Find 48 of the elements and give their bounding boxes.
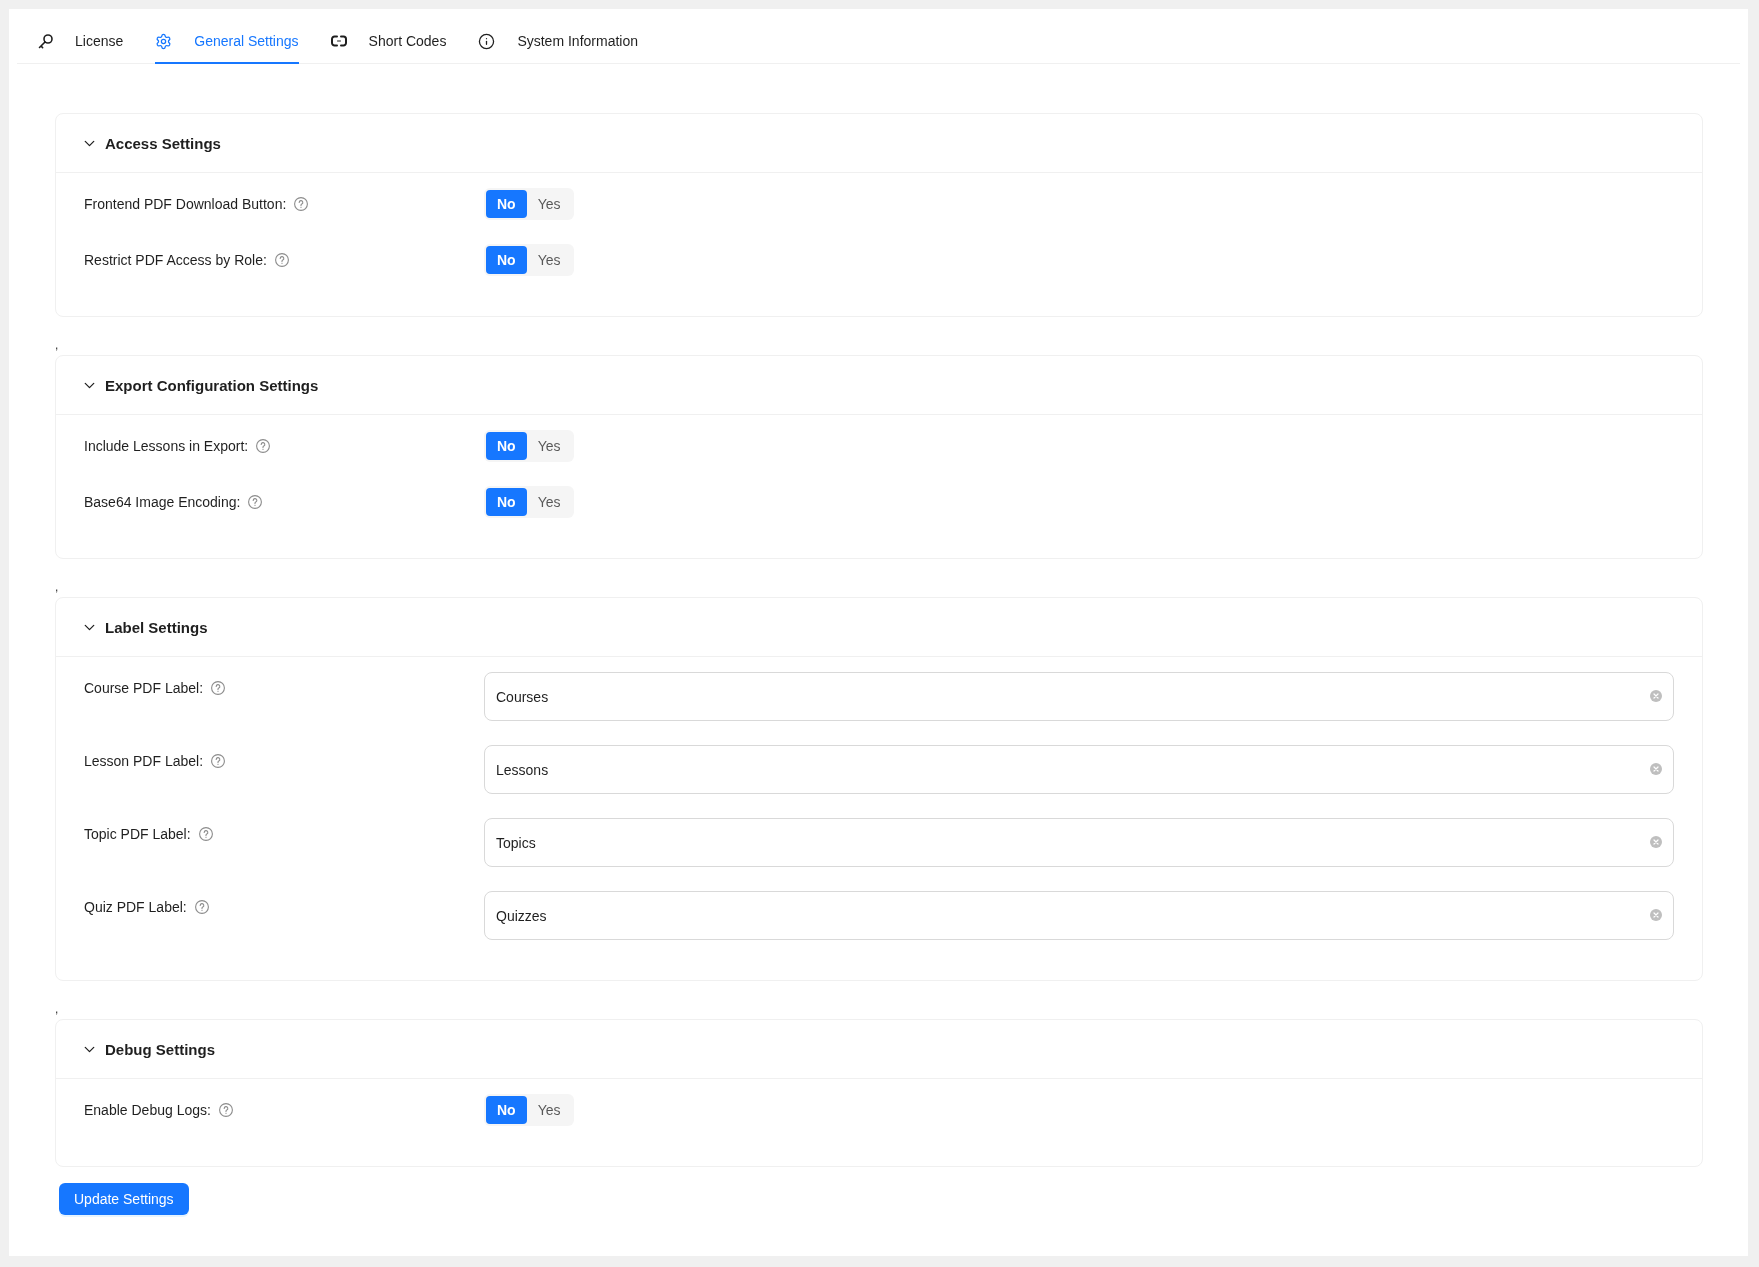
field-label: Restrict PDF Access by Role: <box>84 252 267 268</box>
tab[interactable]: System Information <box>478 19 638 64</box>
text-input[interactable]: Quizzes <box>484 891 1674 940</box>
toggle-option[interactable]: No <box>486 1096 527 1124</box>
section-title: Export Configuration Settings <box>105 376 319 394</box>
settings-icon <box>155 32 173 50</box>
help-icon <box>294 197 309 211</box>
field-label: Topic PDF Label: <box>84 826 191 842</box>
section-title: Access Settings <box>105 134 221 152</box>
help-icon <box>194 900 209 914</box>
toggle-option[interactable]: No <box>486 246 527 274</box>
stray-comma-text: , <box>55 1003 59 1015</box>
help-icon <box>256 439 271 453</box>
field-label: Quiz PDF Label: <box>84 899 187 915</box>
field-label: Lesson PDF Label: <box>84 753 204 769</box>
help-icon <box>248 495 263 509</box>
toggle-option[interactable]: Yes <box>526 246 572 274</box>
toggle-option[interactable]: No <box>486 190 527 218</box>
section-title: Label Settings <box>105 618 208 636</box>
text-input[interactable]: Courses <box>484 672 1674 721</box>
toggle-option[interactable]: Yes <box>526 190 572 218</box>
tab[interactable]: License <box>38 19 124 64</box>
text-input[interactable]: Lessons <box>484 745 1674 794</box>
toggle-option[interactable]: No <box>486 432 527 460</box>
field-label: Base64 Image Encoding: <box>84 494 241 510</box>
stray-comma-text: , <box>55 581 59 593</box>
field-label: Enable Debug Logs: <box>84 1102 211 1118</box>
tab[interactable]: Short Codes <box>330 19 447 64</box>
section-title: Debug Settings <box>105 1040 215 1058</box>
help-icon <box>218 1103 233 1117</box>
help-icon <box>211 681 226 695</box>
help-icon <box>274 253 289 267</box>
stray-comma-text: , <box>55 339 59 351</box>
key-icon <box>38 33 53 49</box>
help-icon <box>211 754 226 768</box>
toggle-option[interactable]: No <box>486 488 527 516</box>
tab[interactable]: General Settings <box>155 19 299 64</box>
text-input[interactable]: Topics <box>484 818 1674 867</box>
field-label: Course PDF Label: <box>84 680 204 696</box>
help-icon <box>198 827 213 841</box>
info-icon <box>478 32 496 50</box>
field-label: Include Lessons in Export: <box>84 438 249 454</box>
toggle-option[interactable]: Yes <box>526 1096 572 1124</box>
toggle-option[interactable]: Yes <box>526 488 572 516</box>
link-icon <box>330 35 347 47</box>
toggle-option[interactable]: Yes <box>526 432 572 460</box>
update-settings-button[interactable]: Update Settings <box>59 1183 189 1215</box>
field-label: Frontend PDF Download Button: <box>84 196 287 212</box>
